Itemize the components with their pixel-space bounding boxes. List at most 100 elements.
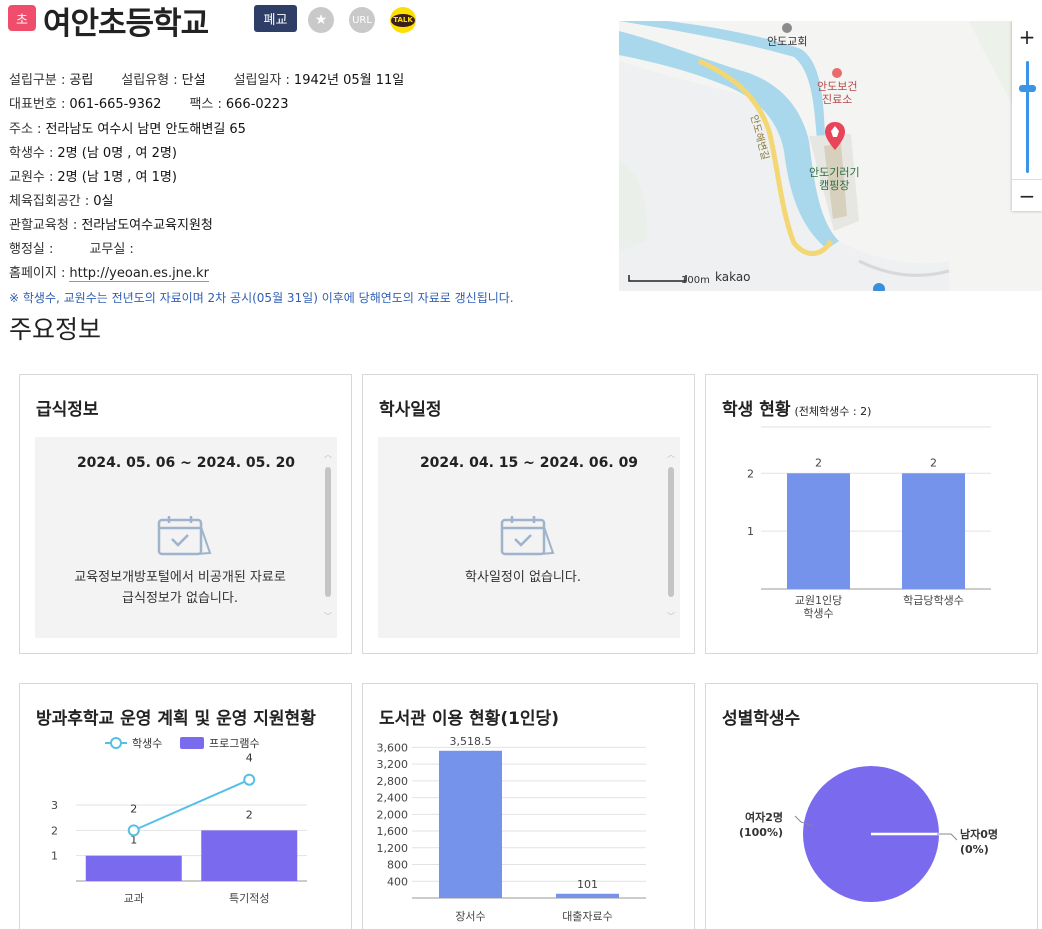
info-row-office: 관할교육청 : 전라남도여수교육지원청 [9, 217, 213, 235]
map-poi-church: 안도교회 [767, 23, 807, 48]
phone-label: 대표번호 : [9, 97, 66, 112]
zoom-out-button[interactable]: − [1012, 179, 1042, 211]
star-icon: ★ [314, 12, 328, 28]
admin-label: 행정실 : [9, 242, 54, 257]
x-tick-label: 대출자료수 [562, 910, 613, 923]
status-badge: 폐교 [254, 5, 297, 32]
schedule-scroll-thumb[interactable] [668, 467, 674, 597]
scroll-up-icon[interactable]: ︿ [667, 451, 675, 459]
x-tick-label: 교원1인당 학생수 [795, 594, 842, 620]
fax-value: 666-0223 [225, 97, 289, 112]
student-status-card: 학생 현황 (전체학생수 : 2) 1 2 2 교원1인당 학생수 2 학급당학생수 [705, 374, 1038, 654]
bar [201, 830, 298, 881]
meal-scrollbar[interactable]: ︿ ﹀ [324, 451, 332, 621]
line-value-label: 2 [130, 802, 137, 815]
found-kind-label: 설립유형 : [121, 73, 178, 88]
zoom-slider-handle[interactable] [1019, 85, 1036, 92]
office-value: 전라남도여수교육지원청 [81, 218, 213, 233]
line-point [127, 824, 140, 837]
info-row-teachers: 교원수 :2명 (남 1명 , 여 1명) [9, 169, 177, 187]
bar-value-label: 3,518.5 [450, 735, 492, 748]
favorite-star-button[interactable]: ★ [308, 7, 334, 33]
legend-label: 프로그램수 [209, 737, 260, 750]
schedule-card: 학사일정 2024. 04. 15 ~ 2024. 06. 09 학사일정이 없… [362, 374, 695, 654]
zoom-in-button[interactable]: + [1012, 21, 1042, 53]
info-row-founding: 설립구분 : 공립 설립유형 : 단설 설립일자 :1942년 05월 11일 [9, 72, 404, 90]
school-location-map[interactable]: 안도교회 안도보건 진료소 안도기러기 캠핑장 안도해변길 100m kakao +… [619, 21, 1042, 291]
y-tick-label: 1 [51, 850, 58, 863]
bar-value-label: 2 [246, 808, 253, 821]
teachers-label: 교원수 : [9, 170, 54, 185]
kakao-talk-icon: TALK [391, 13, 415, 27]
y-tick-label: 3 [51, 799, 58, 812]
meal-content-box: 2024. 05. 06 ~ 2024. 05. 20 교육정보개방포털에서 비… [35, 437, 337, 638]
gender-pie-chart: 여자2명 (100%) 남자0명 (0%) [739, 766, 998, 902]
calendar-icon [157, 516, 212, 556]
staff-label: 교무실 : [89, 242, 134, 257]
legend-label: 학생수 [132, 737, 162, 750]
pie-pct-label: (0%) [960, 843, 989, 856]
teachers-value: 2명 (남 1명 , 여 1명) [57, 170, 177, 185]
info-row-students: 학생수 :2명 (남 0명 , 여 2명) [9, 145, 177, 163]
found-type-value: 공립 [69, 73, 94, 88]
zoom-slider-track[interactable] [1026, 61, 1029, 173]
info-row-admin: 행정실 : 교무실 : [9, 241, 134, 259]
y-tick-label: 400 [387, 875, 408, 888]
x-tick-label: 장서수 [455, 910, 485, 923]
y-tick-label: 800 [387, 859, 408, 872]
fax-label: 팩스 : [189, 97, 222, 112]
legend-bar-swatch [180, 737, 204, 749]
meal-empty-message: 교육정보개방포털에서 비공개된 자료로 급식정보가 없습니다. [74, 570, 286, 606]
calendar-icon [500, 516, 555, 556]
bar-value-label: 101 [577, 878, 598, 891]
y-tick-label: 2,000 [377, 808, 409, 821]
schedule-scrollbar[interactable]: ︿ ﹀ [667, 451, 675, 621]
library-card: 도서관 이용 현황(1인당) 400 800 1,200 1,600 2,000 2,40… [362, 683, 695, 929]
info-row-contact: 대표번호 :061-665-9362 팩스 :666-0223 [9, 96, 288, 114]
address-value: 전라남도 여수시 남면 안도해변길 65 [45, 122, 246, 137]
info-row-gym: 체육집회공간 :0실 [9, 193, 114, 211]
gym-label: 체육집회공간 : [9, 194, 90, 209]
map-poi-camping: 안도기러기 캠핑장 [809, 166, 860, 192]
bar [787, 473, 850, 589]
found-date-value: 1942년 05월 11일 [293, 73, 405, 88]
bar [556, 893, 619, 898]
schedule-card-title: 학사일정 [379, 400, 442, 420]
scroll-down-icon[interactable]: ﹀ [667, 613, 675, 621]
bar-value-label: 2 [930, 456, 937, 469]
gender-card: 성별학생수 여자2명 (100%) 남자0명 (0%) [705, 683, 1038, 929]
x-tick-label: 학급당학생수 [903, 594, 964, 607]
phone-value: 061-665-9362 [69, 97, 162, 112]
meal-info-card: 급식정보 2024. 05. 06 ~ 2024. 05. 20 교육정보개방포… [19, 374, 352, 654]
found-kind-value: 단설 [181, 73, 206, 88]
scroll-down-icon[interactable]: ﹀ [324, 613, 332, 621]
school-level-badge: 초 [8, 5, 36, 31]
bar-value-label: 2 [815, 456, 822, 469]
pie-leader-line [937, 833, 958, 841]
schedule-empty-message: 학사일정이 없습니다. [465, 570, 581, 585]
y-tick-label: 2 [747, 467, 754, 480]
meal-scroll-thumb[interactable] [325, 467, 331, 597]
students-label: 학생수 : [9, 146, 54, 161]
pie-label: 여자2명 [745, 810, 783, 824]
pie-pct-label: (100%) [739, 826, 783, 839]
map-brand: kakao [715, 270, 751, 284]
church-icon [782, 23, 793, 33]
y-tick-label: 1,600 [377, 825, 409, 838]
homepage-link[interactable]: http://yeoan.es.jne.kr [69, 266, 209, 282]
bar [902, 473, 965, 589]
pie-label: 남자0명 [960, 827, 998, 841]
afterschool-card: 방과후학교 운영 계획 및 운영 지원현황 학생수 프로그램수 1 2 3 1 교과 2 특기적… [19, 683, 352, 929]
x-tick-label: 교과 [124, 892, 144, 905]
y-tick-label: 3,600 [377, 741, 409, 754]
y-tick-label: 1,200 [377, 842, 409, 855]
schedule-content-box: 2024. 04. 15 ~ 2024. 06. 09 학사일정이 없습니다. … [378, 437, 680, 638]
y-tick-label: 1 [747, 525, 754, 538]
copy-url-button[interactable]: URL [349, 7, 375, 33]
y-tick-label: 2 [51, 824, 58, 837]
found-type-label: 설립구분 : [9, 73, 66, 88]
students-value: 2명 (남 0명 , 여 2명) [57, 146, 177, 161]
kakao-talk-share-button[interactable]: TALK [390, 7, 416, 33]
scroll-up-icon[interactable]: ︿ [324, 451, 332, 459]
section-title: 주요정보 [9, 315, 102, 344]
